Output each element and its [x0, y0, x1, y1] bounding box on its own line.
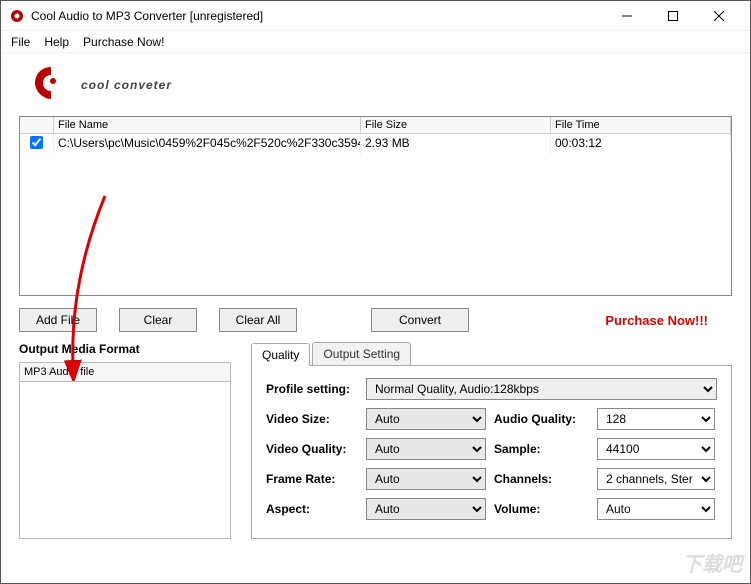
logo-text: cool conveter [81, 78, 172, 92]
titlebar: Cool Audio to MP3 Converter [unregistere… [1, 1, 750, 31]
channels-label: Channels: [494, 472, 589, 486]
purchase-now-link[interactable]: Purchase Now!!! [605, 313, 708, 328]
app-icon [9, 8, 25, 24]
file-row[interactable]: C:\Users\pc\Music\0459%2F045c%2F520c%2F3… [20, 134, 731, 154]
maximize-button[interactable] [650, 1, 696, 31]
logo-icon [29, 61, 73, 108]
convert-button[interactable]: Convert [371, 308, 469, 332]
output-media-format-panel: Output Media Format MP3 Audio file [19, 342, 231, 539]
settings-panel: Quality Output Setting Profile setting: … [251, 342, 732, 539]
sample-select[interactable]: 44100 [597, 438, 715, 460]
col-header-filename[interactable]: File Name [54, 117, 361, 133]
tab-output-setting[interactable]: Output Setting [312, 342, 411, 365]
video-size-label: Video Size: [266, 412, 358, 426]
file-list: File Name File Size File Time C:\Users\p… [19, 116, 732, 296]
aspect-label: Aspect: [266, 502, 358, 516]
frame-rate-select[interactable]: Auto [366, 468, 486, 490]
action-buttons: Add File Clear Clear All Convert Purchas… [19, 308, 732, 332]
cell-filename: C:\Users\pc\Music\0459%2F045c%2F520c%2F3… [54, 134, 361, 154]
cell-filetime: 00:03:12 [551, 134, 731, 154]
clear-all-button[interactable]: Clear All [219, 308, 297, 332]
watermark-text: 下载吧 [682, 548, 742, 577]
sample-label: Sample: [494, 442, 589, 456]
menu-purchase-now[interactable]: Purchase Now! [83, 35, 164, 49]
aspect-select[interactable]: Auto [366, 498, 486, 520]
output-format-list[interactable] [19, 381, 231, 539]
add-file-button[interactable]: Add File [19, 308, 97, 332]
tab-quality[interactable]: Quality [251, 343, 310, 366]
volume-select[interactable]: Auto [597, 498, 715, 520]
profile-setting-label: Profile setting: [266, 382, 358, 396]
audio-quality-select[interactable]: 128 [597, 408, 715, 430]
video-quality-label: Video Quality: [266, 442, 358, 456]
close-button[interactable] [696, 1, 742, 31]
row-checkbox[interactable] [30, 136, 43, 149]
menu-file[interactable]: File [11, 35, 30, 49]
minimize-button[interactable] [604, 1, 650, 31]
file-list-header: File Name File Size File Time [20, 117, 731, 134]
audio-quality-label: Audio Quality: [494, 412, 589, 426]
menubar: File Help Purchase Now! [1, 31, 750, 53]
video-size-select[interactable]: Auto [366, 408, 486, 430]
channels-select[interactable]: 2 channels, Ster [597, 468, 715, 490]
clear-button[interactable]: Clear [119, 308, 197, 332]
col-header-filesize[interactable]: File Size [361, 117, 551, 133]
output-media-format-title: Output Media Format [19, 342, 231, 356]
frame-rate-label: Frame Rate: [266, 472, 358, 486]
cell-filesize: 2.93 MB [361, 134, 551, 154]
window-title: Cool Audio to MP3 Converter [unregistere… [31, 9, 604, 23]
profile-setting-select[interactable]: Normal Quality, Audio:128kbps [366, 378, 717, 400]
volume-label: Volume: [494, 502, 589, 516]
col-header-filetime[interactable]: File Time [551, 117, 731, 133]
video-quality-select[interactable]: Auto [366, 438, 486, 460]
logo-area: cool conveter [1, 53, 750, 116]
settings-tabs: Quality Output Setting [251, 342, 732, 366]
menu-help[interactable]: Help [44, 35, 69, 49]
col-header-check[interactable] [20, 117, 54, 133]
output-format-selected[interactable]: MP3 Audio file [19, 362, 231, 381]
